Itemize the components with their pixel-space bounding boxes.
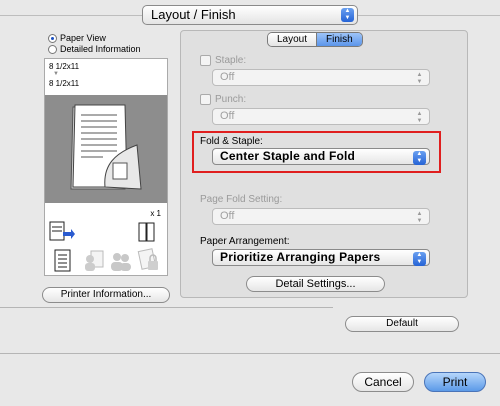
top-divider-right [358,15,500,16]
staple-label: Staple: [215,55,247,66]
radio-paper-view-label: Paper View [60,33,106,43]
detail-settings-button[interactable]: Detail Settings... [246,276,385,292]
panel-selector-popup[interactable]: Layout / Finish ▲ ▼ [142,5,358,25]
divider-bottom [0,353,500,354]
checkbox-unchecked-icon [200,55,211,66]
users-icon [111,253,131,271]
radio-selected-icon [48,33,57,43]
folded-booklet-icon [70,104,142,190]
fold-staple-value: Center Staple and Fold [220,149,356,163]
user-document-icon [85,250,104,271]
punch-value: Off [220,110,235,122]
checkbox-unchecked-icon [200,94,211,105]
page-fold-value: Off [220,210,235,222]
down-arrow-icon: ▼ [53,71,59,77]
updown-arrows-icon: ▲ ▼ [413,151,426,165]
tab-finish[interactable]: Finish [316,33,362,46]
original-size-label: 8 1/2x11 [49,62,80,71]
binding-edge-icon [138,222,155,242]
updown-arrows-icon: ▲ ▼ [341,8,354,22]
radio-detailed-information[interactable]: Detailed Information [48,44,141,54]
radio-paper-view[interactable]: Paper View [48,33,106,43]
copies-count: x 1 [150,209,161,218]
document-icon [54,249,71,272]
updown-arrows-icon: ▲ ▼ [413,252,426,266]
staple-value: Off [220,71,235,83]
radio-unselected-icon [48,44,57,54]
page-fold-popup[interactable]: Off ▲ ▼ [212,208,430,225]
output-size-label: 8 1/2x11 [49,79,80,88]
punch-checkbox[interactable]: Punch: [200,94,246,105]
staple-popup[interactable]: Off ▲ ▼ [212,69,430,86]
panel-selector-label: Layout / Finish [151,7,236,22]
punch-popup[interactable]: Off ▲ ▼ [212,108,430,125]
page-preview [45,95,167,203]
layout-finish-tabs: Layout Finish [267,32,363,47]
updown-arrows-icon: ▲ ▼ [416,111,423,124]
paper-arrangement-label: Paper Arrangement: [200,236,290,247]
fold-staple-label: Fold & Staple: [200,136,263,147]
preview-pane: 8 1/2x11 ▼ 8 1/2x11 x 1 [44,58,168,276]
paper-arrangement-value: Prioritize Arranging Papers [220,250,381,264]
top-divider-left [0,15,142,16]
printer-information-button[interactable]: Printer Information... [42,287,170,303]
default-button[interactable]: Default [345,316,459,332]
paper-arrangement-popup[interactable]: Prioritize Arranging Papers ▲ ▼ [212,249,430,266]
tray-transfer-icon [49,221,75,241]
fold-staple-popup[interactable]: Center Staple and Fold ▲ ▼ [212,148,430,165]
tab-layout[interactable]: Layout [268,33,317,46]
updown-arrows-icon: ▲ ▼ [416,72,423,85]
radio-detailed-information-label: Detailed Information [60,44,141,54]
divider-left [0,307,333,308]
cancel-button[interactable]: Cancel [352,372,414,392]
punch-label: Punch: [215,94,247,105]
staple-checkbox[interactable]: Staple: [200,55,246,66]
page-fold-label: Page Fold Setting: [200,194,283,205]
updown-arrows-icon: ▲ ▼ [416,211,423,224]
print-button[interactable]: Print [424,372,486,392]
secure-print-icon [137,248,158,270]
